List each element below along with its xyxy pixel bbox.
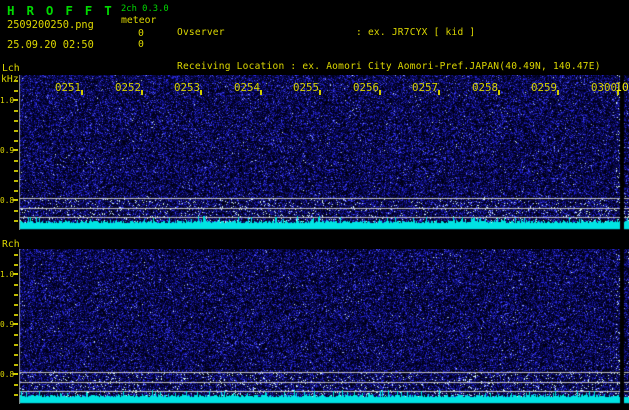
time-tick (498, 90, 500, 95)
rch-spectrogram (19, 249, 629, 404)
freq-tick-minor (14, 314, 18, 316)
time-tick (379, 90, 381, 95)
time-label: 0259 (531, 81, 558, 94)
freq-tick-label: 1.0 (0, 95, 15, 105)
time-tick (81, 90, 83, 95)
meteor-count-rch: 0 (138, 38, 144, 50)
freq-tick-label: 0.8 (0, 195, 15, 205)
time-label: 0252 (115, 81, 142, 94)
freq-tick-minor (14, 334, 18, 336)
mode-label: meteor (121, 15, 157, 26)
freq-tick-minor (14, 304, 18, 306)
lch-spectrogram (19, 75, 629, 230)
freq-tick-major (13, 373, 18, 375)
freq-tick-minor (14, 80, 18, 82)
time-label: 0257 (412, 81, 439, 94)
time-label: 0253 (174, 81, 201, 94)
time-tick (141, 90, 143, 95)
freq-tick-minor (14, 364, 18, 366)
freq-tick-major (13, 323, 18, 325)
app-title: H R O F F T (7, 3, 114, 18)
freq-tick-label: 0.9 (0, 319, 15, 329)
freq-tick-label: 0.9 (0, 145, 15, 155)
freq-tick-minor (14, 220, 18, 222)
freq-tick-minor (14, 254, 18, 256)
time-tick (557, 90, 559, 95)
time-label: 0300 (591, 81, 618, 94)
freq-tick-minor (14, 264, 18, 266)
freq-tick-minor (14, 130, 18, 132)
time-label: 0251 (55, 81, 82, 94)
freq-tick-minor (14, 90, 18, 92)
freq-tick-minor (14, 294, 18, 296)
freq-tick-minor (14, 140, 18, 142)
time-label: 0254 (234, 81, 261, 94)
time-label: 0255 (293, 81, 320, 94)
time-label-partial: 10 (615, 80, 629, 94)
meteor-count-lch: 0 (138, 28, 144, 39)
freq-tick-minor (14, 344, 18, 346)
freq-tick-minor (14, 160, 18, 162)
freq-tick-minor (14, 354, 18, 356)
freq-tick-label: 1.0 (0, 269, 15, 279)
freq-tick-minor (14, 210, 18, 212)
freq-tick-minor (14, 120, 18, 122)
rch-panel-label: Rch (2, 239, 20, 250)
output-filename: 2509200250.png (7, 19, 94, 31)
app-version: 2ch 0.3.0 (121, 4, 169, 14)
freq-tick-major (13, 99, 18, 101)
info-observer: Ovserver : ex. JR7CYX [ kid ] (177, 26, 476, 38)
time-tick (260, 90, 262, 95)
freq-tick-minor (14, 110, 18, 112)
freq-tick-minor (14, 384, 18, 386)
lch-panel-label: Lch (2, 63, 20, 74)
freq-tick-minor (14, 394, 18, 396)
time-tick (200, 90, 202, 95)
time-tick (319, 90, 321, 95)
hrofft-screen: H R O F F T 2ch 0.3.0 2509200250.png 25.… (0, 0, 629, 410)
record-datetime: 25.09.20 02:50 (7, 39, 94, 51)
freq-tick-minor (14, 180, 18, 182)
freq-tick-major (13, 199, 18, 201)
freq-tick-minor (14, 284, 18, 286)
freq-tick-minor (14, 170, 18, 172)
time-tick (438, 90, 440, 95)
info-location: Receiving Location : ex. Aomori City Aom… (177, 61, 601, 73)
time-label: 0256 (353, 81, 380, 94)
freq-tick-major (13, 273, 18, 275)
freq-tick-minor (14, 190, 18, 192)
freq-tick-major (13, 149, 18, 151)
time-label: 0258 (472, 81, 499, 94)
freq-tick-label: 0.8 (0, 369, 15, 379)
